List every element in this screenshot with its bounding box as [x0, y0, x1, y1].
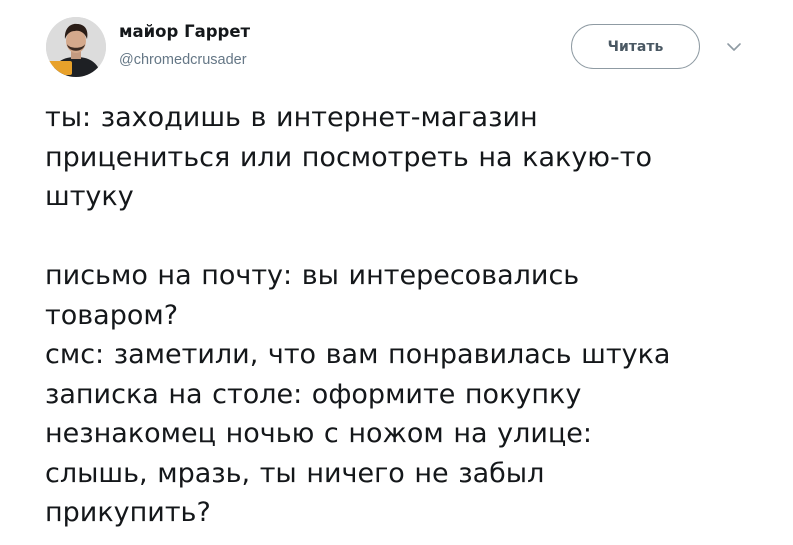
user-avatar-illustration	[46, 17, 106, 77]
tweet-card: майор Гаррет @chromedcrusader Читать ты:…	[0, 0, 793, 545]
tweet-text: ты: заходишь в интернет-магазин приценит…	[45, 102, 671, 528]
author-display-name[interactable]: майор Гаррет	[119, 22, 250, 41]
author-avatar[interactable]	[46, 17, 106, 77]
chevron-down-icon[interactable]	[723, 40, 745, 54]
author-handle[interactable]: @chromedcrusader	[119, 52, 247, 68]
follow-button[interactable]: Читать	[571, 24, 700, 69]
